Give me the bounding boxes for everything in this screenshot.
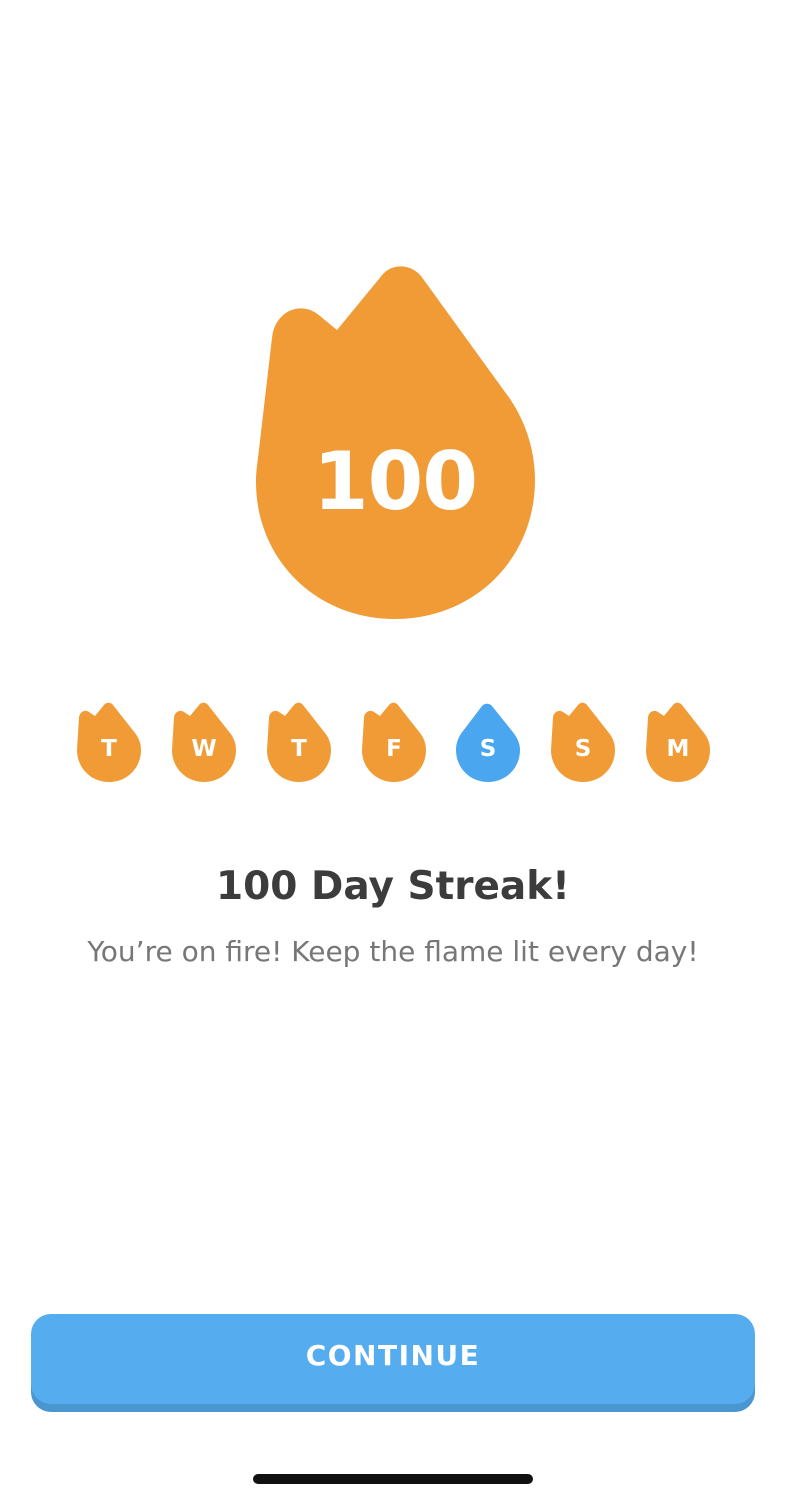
- day-flame-tuesday: T: [75, 700, 143, 784]
- day-flame-sunday: S: [549, 700, 617, 784]
- day-flame-friday: F: [360, 700, 428, 784]
- day-flame-monday: M: [644, 700, 712, 784]
- day-letter: S: [574, 736, 592, 762]
- home-indicator[interactable]: [253, 1474, 533, 1484]
- day-flame-thursday: T: [265, 700, 333, 784]
- streak-title: 100 Day Streak!: [216, 864, 570, 909]
- streak-flame-icon: 100: [250, 262, 540, 624]
- day-letter: F: [386, 736, 402, 762]
- day-letter: M: [666, 736, 690, 762]
- day-letter: S: [479, 736, 497, 762]
- continue-button[interactable]: CONTINUE: [31, 1314, 755, 1404]
- day-flame-wednesday: W: [170, 700, 238, 784]
- day-flame-saturday: S: [454, 700, 522, 784]
- day-letter: T: [291, 736, 307, 762]
- day-letter: W: [191, 736, 217, 762]
- streak-subtitle: You’re on fire! Keep the flame lit every…: [87, 935, 699, 968]
- week-streak-row: T W T F S S M: [0, 700, 786, 784]
- day-letter: T: [101, 736, 117, 762]
- streak-count: 100: [313, 435, 478, 528]
